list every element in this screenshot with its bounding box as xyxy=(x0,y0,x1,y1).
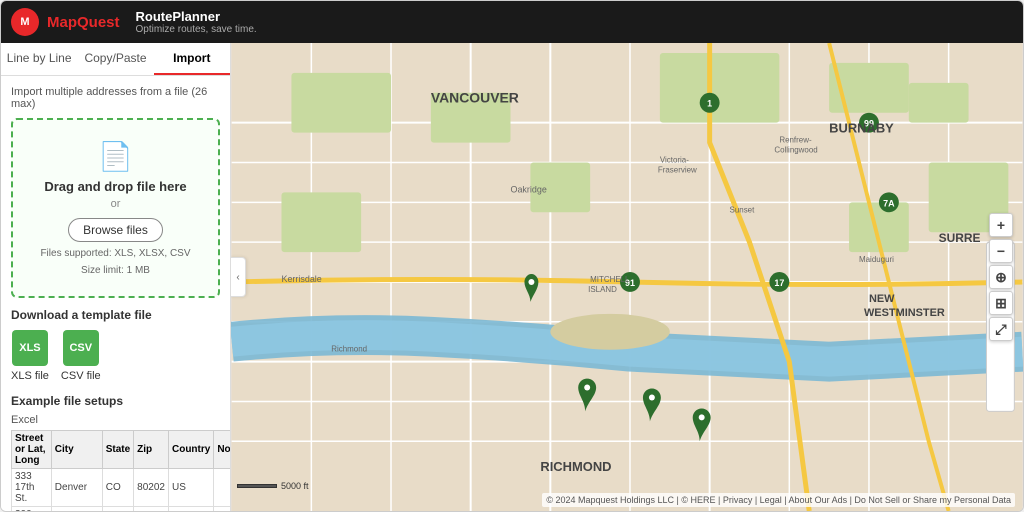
svg-text:Victoria-: Victoria- xyxy=(660,155,689,164)
route-planner-subtitle: Optimize routes, save time. xyxy=(136,24,257,35)
xls-template-button[interactable]: XLS XLS file xyxy=(11,330,49,382)
svg-text:RICHMOND: RICHMOND xyxy=(540,459,611,474)
route-planner-area: RoutePlanner Optimize routes, save time. xyxy=(136,9,257,35)
svg-text:NEW: NEW xyxy=(869,293,895,305)
scale-bar: 5000 ft xyxy=(237,481,309,491)
example-sub-label: Excel xyxy=(11,414,220,426)
cell: US xyxy=(168,507,213,512)
size-limit: Size limit: 1 MB xyxy=(23,265,208,276)
svg-text:Maiduguri: Maiduguri xyxy=(859,255,894,264)
svg-text:VANCOUVER: VANCOUVER xyxy=(431,90,519,106)
map-area[interactable]: ‹ xyxy=(231,43,1023,511)
file-support: Files supported: XLS, XLSX, CSV xyxy=(23,248,208,259)
drop-icon: 📄 xyxy=(23,140,208,173)
template-buttons: XLS XLS file CSV CSV file xyxy=(11,330,220,382)
scale-label: 5000 ft xyxy=(281,481,309,491)
svg-text:Collingwood: Collingwood xyxy=(774,146,817,155)
svg-text:WESTMINSTER: WESTMINSTER xyxy=(864,307,945,319)
cell: 300 Granite Run Dr. xyxy=(12,507,52,512)
zoom-out-button[interactable]: − xyxy=(989,239,1013,263)
table-header-row: Street or Lat, Long City State Zip Count… xyxy=(12,431,232,469)
svg-text:Richmond: Richmond xyxy=(331,345,367,354)
xls-label: XLS file xyxy=(11,370,49,382)
svg-text:SURRE: SURRE xyxy=(939,231,981,245)
example-label: Example file setups xyxy=(11,394,220,408)
table-row: 300 Granite Run Dr. Lancaster PA 17601 U… xyxy=(12,507,232,512)
map-controls: + − ⊕ ⊞ ⤢ xyxy=(989,213,1013,341)
cell: 80202 xyxy=(134,469,169,507)
col-state: State xyxy=(102,431,133,469)
col-city: City xyxy=(51,431,102,469)
svg-text:Kerrisdale: Kerrisdale xyxy=(281,274,321,284)
app-container: M MapQuest RoutePlanner Optimize routes,… xyxy=(0,0,1024,512)
logo-text: MapQuest xyxy=(47,14,120,31)
cell: PA xyxy=(102,507,133,512)
cell: Denver xyxy=(51,469,102,507)
xls-icon: XLS xyxy=(12,330,48,366)
tab-import[interactable]: Import xyxy=(154,43,230,75)
import-description: Import multiple addresses from a file (2… xyxy=(11,86,220,110)
cell xyxy=(214,469,231,507)
col-zip: Zip xyxy=(134,431,169,469)
svg-text:Renfrew-: Renfrew- xyxy=(779,136,812,145)
layers-button[interactable]: ⊞ xyxy=(989,291,1013,315)
cell: US xyxy=(168,469,213,507)
csv-icon: CSV xyxy=(63,330,99,366)
panel-content: Import multiple addresses from a file (2… xyxy=(1,76,230,511)
header: M MapQuest RoutePlanner Optimize routes,… xyxy=(1,1,1023,43)
svg-text:17: 17 xyxy=(774,278,784,288)
svg-text:1: 1 xyxy=(707,99,712,109)
template-title: Download a template file xyxy=(11,308,220,322)
svg-text:ISLAND: ISLAND xyxy=(588,285,617,294)
browse-button[interactable]: Browse files xyxy=(68,218,163,242)
svg-text:Sunset: Sunset xyxy=(730,205,756,214)
svg-text:MITCHELL: MITCHELL xyxy=(590,275,630,284)
svg-text:7A: 7A xyxy=(883,198,895,208)
svg-text:BURNABY: BURNABY xyxy=(829,121,894,136)
cell: Lancaster xyxy=(51,507,102,512)
main-content: Line by Line Copy/Paste Import Import mu… xyxy=(1,43,1023,511)
tab-line-by-line[interactable]: Line by Line xyxy=(1,43,77,75)
cell: CO xyxy=(102,469,133,507)
left-panel: Line by Line Copy/Paste Import Import mu… xyxy=(1,43,231,511)
svg-text:Fraserview: Fraserview xyxy=(658,165,697,174)
col-notes: Notes xyxy=(214,431,231,469)
route-planner-title: RoutePlanner xyxy=(136,9,257,24)
logo-text-part1: Map xyxy=(47,14,77,31)
svg-text:Oakridge: Oakridge xyxy=(510,184,546,194)
example-section: Example file setups Excel Street or Lat,… xyxy=(11,394,220,511)
locate-button[interactable]: ⊕ xyxy=(989,265,1013,289)
map-footer: © 2024 Mapquest Holdings LLC | © HERE | … xyxy=(542,493,1015,507)
zoom-in-button[interactable]: + xyxy=(989,213,1013,237)
tab-copy-paste[interactable]: Copy/Paste xyxy=(77,43,153,75)
example-table: Street or Lat, Long City State Zip Count… xyxy=(11,430,231,511)
fullscreen-button[interactable]: ⤢ xyxy=(989,317,1013,341)
drop-zone[interactable]: 📄 Drag and drop file here or Browse file… xyxy=(11,118,220,298)
map-svg: 1 99 91 17 7A VANCOUVER xyxy=(231,43,1023,511)
cell: 17601 xyxy=(134,507,169,512)
col-country: Country xyxy=(168,431,213,469)
cell: work xyxy=(214,507,231,512)
logo-text-part2: Quest xyxy=(77,14,120,31)
cell: 333 17th St. xyxy=(12,469,52,507)
csv-label: CSV file xyxy=(61,370,101,382)
logo-area: M MapQuest RoutePlanner Optimize routes,… xyxy=(11,8,257,36)
drop-or: or xyxy=(23,198,208,210)
template-section: Download a template file XLS XLS file CS… xyxy=(11,308,220,382)
csv-template-button[interactable]: CSV CSV file xyxy=(61,330,101,382)
col-street: Street or Lat, Long xyxy=(12,431,52,469)
collapse-panel-button[interactable]: ‹ xyxy=(231,257,246,297)
drop-text: Drag and drop file here xyxy=(23,179,208,194)
table-row: 333 17th St. Denver CO 80202 US xyxy=(12,469,232,507)
tabs: Line by Line Copy/Paste Import xyxy=(1,43,230,76)
logo-badge: M xyxy=(11,8,39,36)
